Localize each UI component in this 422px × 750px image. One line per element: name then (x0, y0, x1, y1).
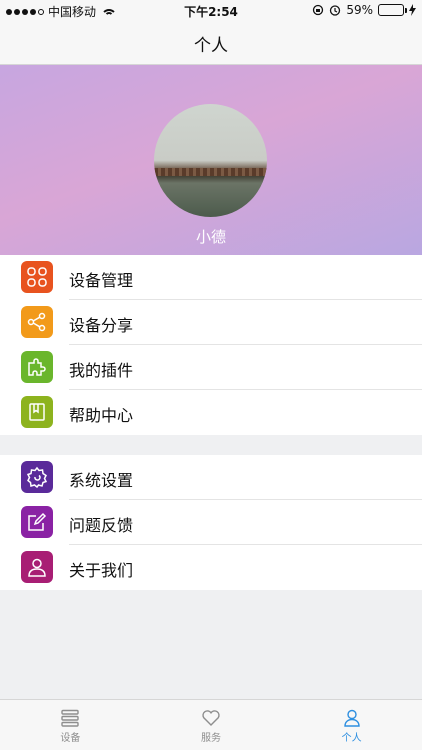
menu-item-device-management[interactable]: 设备管理 (0, 255, 422, 300)
share-icon (21, 306, 53, 338)
tab-devices[interactable]: 设备 (0, 700, 141, 750)
tab-label: 服务 (201, 733, 221, 744)
battery-percent: 59% (346, 3, 373, 17)
menu-item-device-share[interactable]: 设备分享 (0, 300, 422, 345)
gear-icon (21, 461, 53, 493)
status-bar: 中国移动 下午2:54 59% (0, 0, 422, 22)
grid-icon (21, 261, 53, 293)
book-icon (21, 396, 53, 428)
menu-item-label: 系统设置 (69, 471, 134, 490)
menu-item-help-center[interactable]: 帮助中心 (0, 390, 422, 435)
rotation-lock-icon (313, 4, 324, 16)
list-icon (61, 709, 80, 727)
tab-services[interactable]: 服务 (141, 700, 282, 750)
menu-group-main: 设备管理 设备分享 我的插件 帮助中心 (0, 255, 422, 435)
profile-header: 小德 (0, 65, 422, 255)
tab-label: 个人 (341, 733, 362, 744)
charging-icon (409, 4, 416, 16)
nav-bar: 个人 (0, 22, 422, 65)
menu-item-label: 问题反馈 (69, 516, 134, 535)
menu-item-feedback[interactable]: 问题反馈 (0, 500, 422, 545)
person-icon (343, 709, 360, 727)
menu-item-about-us[interactable]: 关于我们 (0, 545, 422, 590)
menu-item-system-settings[interactable]: 系统设置 (0, 455, 422, 500)
username: 小德 (195, 228, 226, 246)
heart-icon (202, 710, 220, 726)
edit-icon (21, 506, 53, 538)
page-title: 个人 (194, 35, 228, 56)
user-icon (21, 551, 53, 583)
tab-profile[interactable]: 个人 (281, 700, 422, 750)
battery-icon (378, 4, 407, 16)
menu-item-label: 我的插件 (69, 361, 134, 380)
puzzle-icon (21, 351, 53, 383)
menu-group-settings: 系统设置 问题反馈 关于我们 (0, 455, 422, 590)
menu-item-label: 帮助中心 (69, 406, 134, 425)
menu-item-label: 关于我们 (69, 561, 134, 580)
tab-bar: 设备 服务 个人 (0, 699, 422, 750)
alarm-icon (330, 5, 341, 16)
tab-label: 设备 (60, 733, 81, 744)
menu-item-label: 设备分享 (69, 316, 134, 335)
menu-item-my-plugins[interactable]: 我的插件 (0, 345, 422, 390)
menu-item-label: 设备管理 (69, 271, 134, 290)
avatar[interactable] (154, 104, 267, 217)
